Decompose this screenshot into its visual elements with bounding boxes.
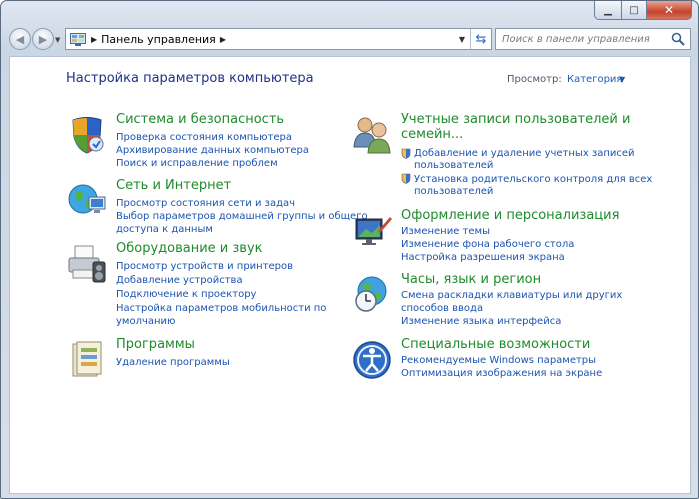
forward-button[interactable]: ▶ bbox=[32, 28, 54, 50]
shield-icon[interactable] bbox=[67, 115, 107, 155]
category-link[interactable]: умолчанию bbox=[116, 315, 175, 328]
category-link[interactable]: Архивирование данных компьютера bbox=[116, 144, 309, 157]
page-title: Настройка параметров компьютера bbox=[66, 71, 314, 86]
window-controls: ▁ □ ✕ bbox=[594, 1, 692, 20]
users-icon[interactable] bbox=[352, 115, 392, 155]
search-icon[interactable] bbox=[671, 32, 685, 46]
view-by-chevron-icon[interactable]: ▼ bbox=[619, 75, 625, 84]
category-link[interactable]: пользователей bbox=[414, 185, 493, 198]
close-button[interactable]: ✕ bbox=[647, 1, 692, 20]
category-link[interactable]: Рекомендуемые Windows параметры bbox=[401, 354, 596, 367]
forward-arrow-icon: ▶ bbox=[38, 32, 48, 46]
address-dropdown-icon[interactable]: ▼ bbox=[454, 35, 470, 44]
display-icon[interactable] bbox=[352, 211, 392, 251]
category-title-continued[interactable]: семейн... bbox=[401, 127, 463, 142]
category-link[interactable]: Выбор параметров домашней группы и общег… bbox=[116, 210, 368, 223]
category-link[interactable]: Смена раскладки клавиатуры или других bbox=[401, 289, 622, 302]
category-link[interactable]: пользователей bbox=[414, 159, 493, 172]
category-link[interactable]: Изменение темы bbox=[401, 225, 490, 238]
category-link[interactable]: Оптимизация изображения на экране bbox=[401, 367, 602, 380]
category-title[interactable]: Оформление и персонализация bbox=[401, 208, 619, 223]
category-title[interactable]: Часы, язык и регион bbox=[401, 272, 541, 287]
category-link[interactable]: Настройка параметров мобильности по bbox=[116, 302, 326, 315]
address-bar[interactable]: ▶ Панель управления ▶ ▼ ⇆ bbox=[65, 28, 492, 50]
maximize-button[interactable]: □ bbox=[622, 1, 647, 20]
category-link[interactable]: Изменение языка интерфейса bbox=[401, 315, 561, 328]
title-bar[interactable]: ▁ □ ✕ bbox=[1, 1, 698, 23]
category-title[interactable]: Оборудование и звук bbox=[116, 241, 263, 256]
back-arrow-icon: ◀ bbox=[15, 32, 25, 46]
search-box bbox=[495, 28, 691, 50]
category-link[interactable]: Подключение к проектору bbox=[116, 288, 256, 301]
breadcrumb-control-panel[interactable]: Панель управления bbox=[101, 33, 216, 46]
breadcrumb-separator-icon[interactable]: ▶ bbox=[91, 35, 97, 44]
category-title[interactable]: Специальные возможности bbox=[401, 337, 590, 352]
control-panel-icon bbox=[69, 32, 87, 46]
category-link[interactable]: Изменение фона рабочего стола bbox=[401, 238, 574, 251]
back-button[interactable]: ◀ bbox=[9, 28, 31, 50]
uac-shield-icon bbox=[401, 148, 411, 159]
minimize-button[interactable]: ▁ bbox=[594, 1, 622, 20]
printer-icon[interactable] bbox=[67, 244, 107, 284]
category-link[interactable]: Поиск и исправление проблем bbox=[116, 157, 278, 170]
category-link[interactable]: Удаление программы bbox=[116, 356, 230, 369]
category-link[interactable]: Просмотр устройств и принтеров bbox=[116, 260, 293, 273]
accessibility-icon[interactable] bbox=[352, 340, 392, 380]
refresh-icon[interactable]: ⇆ bbox=[470, 29, 491, 49]
category-title[interactable]: Система и безопасность bbox=[116, 112, 284, 127]
programs-icon[interactable] bbox=[67, 340, 107, 380]
view-by-label: Просмотр: bbox=[507, 74, 562, 85]
category-title[interactable]: Сеть и Интернет bbox=[116, 178, 231, 193]
search-input[interactable] bbox=[502, 33, 662, 45]
category-link[interactable]: Настройка разрешения экрана bbox=[401, 251, 565, 264]
clock-globe-icon[interactable] bbox=[352, 275, 392, 315]
control-panel-window: ▁ □ ✕ ◀ ▶ ▼ ▶ Панель управления ▶ ▼ ⇆ По… bbox=[0, 0, 699, 499]
category-title[interactable]: Программы bbox=[116, 337, 195, 352]
main-content: Настройка параметров компьютера Просмотр… bbox=[9, 56, 691, 494]
view-by-dropdown[interactable]: Категория bbox=[567, 74, 622, 85]
network-globe-icon[interactable] bbox=[67, 181, 107, 221]
category-link[interactable]: Проверка состояния компьютера bbox=[116, 131, 292, 144]
category-link[interactable]: способов ввода bbox=[401, 302, 483, 315]
recent-pages-dropdown[interactable]: ▼ bbox=[55, 36, 60, 44]
uac-shield-icon bbox=[401, 173, 411, 184]
category-link[interactable]: доступа к данным bbox=[116, 223, 213, 236]
navigation-toolbar: ◀ ▶ ▼ ▶ Панель управления ▶ ▼ ⇆ bbox=[1, 25, 698, 53]
breadcrumb-chevron-icon[interactable]: ▶ bbox=[220, 35, 226, 44]
category-link[interactable]: Просмотр состояния сети и задач bbox=[116, 197, 295, 210]
category-link[interactable]: Добавление устройства bbox=[116, 274, 243, 287]
category-title[interactable]: Учетные записи пользователей и bbox=[401, 112, 630, 127]
